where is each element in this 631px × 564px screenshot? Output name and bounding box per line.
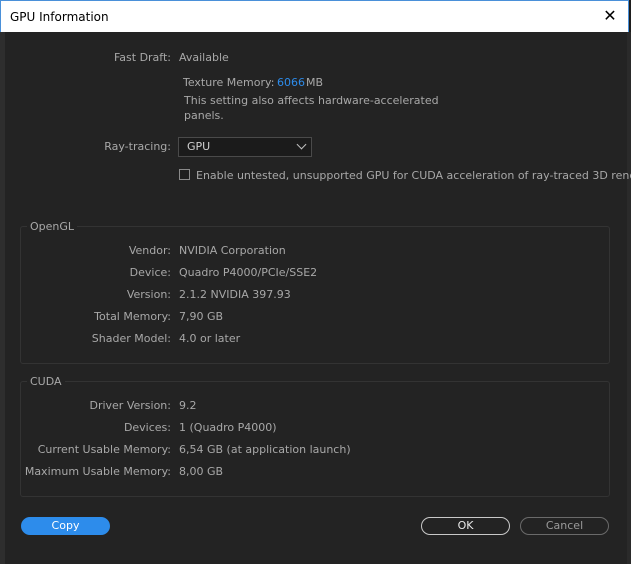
opengl-row-label: Device: xyxy=(129,266,171,279)
fast-draft-label: Fast Draft: xyxy=(113,51,171,64)
ok-button[interactable]: OK xyxy=(421,517,510,535)
dialog-content: Fast Draft: Available Texture Memory: 60… xyxy=(5,32,631,564)
opengl-row-value: 4.0 or later xyxy=(179,332,241,345)
title-bar: GPU Information ✕ xyxy=(0,0,629,32)
cancel-button[interactable]: Cancel xyxy=(520,517,609,535)
opengl-row-label: Version: xyxy=(126,288,171,301)
opengl-group-title: OpenGL xyxy=(27,220,78,233)
cuda-row-label: Maximum Usable Memory: xyxy=(24,465,171,478)
opengl-row-label: Shader Model: xyxy=(91,332,171,345)
texture-memory-unit: MB xyxy=(306,76,324,89)
ray-tracing-label: Ray-tracing: xyxy=(104,140,171,153)
cuda-row-label: Current Usable Memory: xyxy=(37,443,171,456)
cuda-row-label: Devices: xyxy=(123,421,171,434)
opengl-row-label: Vendor: xyxy=(128,244,171,257)
close-icon[interactable]: ✕ xyxy=(602,8,618,24)
chevron-down-icon xyxy=(296,139,307,150)
cuda-row-label: Driver Version: xyxy=(89,399,171,412)
cuda-row-value: 8,00 GB xyxy=(179,465,224,478)
cuda-raytrace-checkbox-label: Enable untested, unsupported GPU for CUD… xyxy=(196,169,631,182)
opengl-row-value: 2.1.2 NVIDIA 397.93 xyxy=(179,288,291,301)
cuda-row-value: 9.2 xyxy=(179,399,197,412)
texture-memory-value: 6066 xyxy=(277,76,305,89)
window-title: GPU Information xyxy=(10,10,109,24)
cuda-row-value: 6,54 GB (at application launch) xyxy=(179,443,351,456)
cuda-raytrace-checkbox[interactable] xyxy=(179,169,190,180)
copy-button[interactable]: Copy xyxy=(21,517,110,535)
fast-draft-note-line2: panels. xyxy=(184,109,224,122)
opengl-row-value: 7,90 GB xyxy=(179,310,224,323)
cuda-row-value: 1 (Quadro P4000) xyxy=(179,421,277,434)
ray-tracing-select[interactable]: GPU xyxy=(178,137,312,157)
opengl-row-value: Quadro P4000/PCIe/SSE2 xyxy=(179,266,318,279)
cuda-group-title: CUDA xyxy=(27,375,65,388)
ray-tracing-selected: GPU xyxy=(187,140,211,153)
right-edge xyxy=(627,32,631,564)
fast-draft-value: Available xyxy=(179,51,229,64)
opengl-row-label: Total Memory: xyxy=(94,310,171,323)
opengl-row-value: NVIDIA Corporation xyxy=(179,244,286,257)
texture-memory-label: Texture Memory: xyxy=(183,76,275,89)
fast-draft-note-line1: This setting also affects hardware-accel… xyxy=(184,94,439,107)
